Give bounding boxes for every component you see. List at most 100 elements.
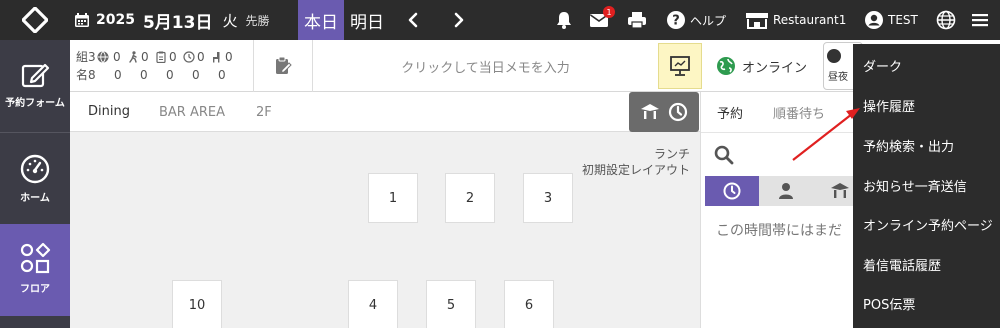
print-icon[interactable] [627, 10, 647, 30]
search-icon [714, 145, 734, 165]
globe-icon[interactable] [936, 10, 956, 30]
year-text: 2025 [96, 12, 135, 28]
menu-item-call-history[interactable]: 着信電話履歴 [863, 255, 941, 274]
presentation-icon [670, 56, 690, 76]
table-icon [641, 104, 659, 119]
today-button[interactable]: 本日 [298, 0, 344, 40]
floor-view-control[interactable] [629, 92, 699, 132]
count-value: 0 [166, 68, 174, 82]
help-icon[interactable]: ? [666, 10, 686, 30]
toggle-knob [827, 49, 841, 63]
menu-item-pos-receipt[interactable]: POS伝票 [863, 294, 915, 313]
top-bar: 2025 5月13日 火 先勝 本日 明日 1 ? ヘルプ Restaurant… [0, 0, 1000, 40]
count-value: 0 [114, 68, 122, 82]
next-day-button[interactable] [444, 0, 474, 40]
count-value: 0 [225, 50, 233, 64]
sidebar-item-label: 予約フォーム [5, 98, 65, 109]
floor-canvas: ランチ 初期設定レイアウト 1 2 3 10 4 5 6 [70, 132, 700, 328]
chevron-right-icon [454, 12, 464, 28]
table-4[interactable]: 4 [348, 280, 398, 328]
menu-item-bulk-notice[interactable]: お知らせ一斉送信 [863, 176, 967, 195]
bell-icon[interactable] [554, 10, 574, 30]
sidebar-item-home[interactable]: ホーム [0, 132, 70, 224]
layout-name-label: 初期設定レイアウト [581, 163, 690, 177]
globe-small-icon [97, 51, 109, 63]
menu-item-online-reservation-page[interactable]: オンライン予約ページ [863, 215, 993, 234]
memo-icon-button[interactable] [253, 40, 313, 92]
date-display[interactable]: 2025 5月13日 火 先勝 [74, 0, 270, 40]
online-status[interactable]: オンライン [710, 40, 820, 92]
table-6[interactable]: 6 [504, 280, 554, 328]
layout-label: ランチ 初期設定レイアウト [582, 146, 690, 178]
menu-icon[interactable] [970, 10, 990, 30]
floor-tabs: Dining BAR AREA 2F [70, 92, 700, 132]
month-day-text: 5月13日 [142, 12, 213, 33]
person-icon [779, 183, 793, 199]
weekday-text: 火 [222, 11, 238, 30]
people-label: 名 [76, 68, 89, 82]
filter-time-button[interactable] [705, 176, 759, 206]
prev-day-button[interactable] [398, 0, 428, 40]
walk-in-icon [129, 51, 137, 63]
empty-message: この時間帯にはまだ [716, 223, 842, 239]
table-icon [831, 183, 849, 198]
table-3[interactable]: 3 [523, 173, 573, 223]
daily-memo-input[interactable]: クリックして当日メモを入力 [313, 40, 658, 92]
sidebar-item-label: フロア [20, 284, 50, 295]
calendar-icon [75, 13, 89, 27]
count-value: 0 [140, 68, 148, 82]
count-value: 8 [88, 68, 96, 82]
count-value: 0 [192, 68, 200, 82]
clock-small-icon [183, 51, 195, 63]
layout-display-button[interactable] [658, 43, 702, 89]
tab-dining[interactable]: Dining [75, 92, 143, 132]
svg-text:?: ? [672, 14, 680, 29]
sidebar-item-floor[interactable]: フロア [0, 224, 70, 316]
tab-waitlist[interactable]: 順番待ち [773, 92, 825, 132]
count-value: 0 [197, 50, 205, 64]
restaurant-selector[interactable]: Restaurant1 [773, 0, 846, 40]
tab-2f[interactable]: 2F [256, 92, 272, 132]
hamburger-dropdown-menu: ダーク 操作履歴 予約検索・出力 お知らせ一斉送信 オンライン予約ページ 着信電… [853, 44, 1000, 328]
sidebar-item-label: ホーム [20, 193, 50, 204]
mail-badge: 1 [603, 6, 615, 18]
online-label: オンライン [742, 60, 808, 76]
table-2[interactable]: 2 [445, 173, 495, 223]
clipboard-icon [156, 51, 166, 63]
sidebar-item-reservation-form[interactable]: 予約フォーム [0, 40, 70, 132]
seat-icon [213, 52, 220, 63]
menu-item-dark[interactable]: ダーク [863, 56, 902, 75]
table-1[interactable]: 1 [368, 173, 418, 223]
menu-item-operation-history[interactable]: 操作履歴 [863, 96, 915, 115]
app-logo-icon[interactable] [22, 7, 48, 33]
groups-label: 組 [76, 50, 89, 64]
user-name[interactable]: TEST [888, 0, 918, 40]
rokuyo-text: 先勝 [245, 13, 270, 28]
help-link[interactable]: ヘルプ [690, 0, 726, 40]
tomorrow-button[interactable]: 明日 [344, 0, 390, 40]
filter-guest-button[interactable] [759, 176, 813, 206]
tab-bar-area[interactable]: BAR AREA [159, 92, 225, 132]
clock-icon [723, 182, 741, 200]
shapes-icon [20, 242, 51, 274]
menu-item-reservation-search[interactable]: 予約検索・出力 [863, 136, 954, 155]
user-icon[interactable] [864, 10, 884, 30]
chevron-left-icon [408, 12, 418, 28]
count-value: 0 [141, 50, 149, 64]
sidebar: 予約フォーム ホーム フロア [0, 40, 70, 328]
clock-icon [668, 102, 688, 122]
gauge-icon [20, 154, 50, 184]
reservation-counts: 組 3 0 0 0 0 0 名 8 0 0 0 0 0 [76, 48, 239, 84]
table-10[interactable]: 10 [172, 280, 222, 328]
layout-meal-label: ランチ [653, 147, 690, 161]
globe-online-icon [717, 57, 735, 75]
tab-reservations[interactable]: 予約 [717, 92, 743, 132]
edit-icon [21, 63, 50, 88]
table-5[interactable]: 5 [426, 280, 476, 328]
memo-icon [276, 56, 292, 74]
count-value: 0 [218, 68, 226, 82]
day-night-label: 昼夜 [828, 72, 848, 83]
store-icon[interactable] [745, 10, 769, 30]
count-value: 0 [169, 50, 177, 64]
count-value: 0 [113, 50, 121, 64]
